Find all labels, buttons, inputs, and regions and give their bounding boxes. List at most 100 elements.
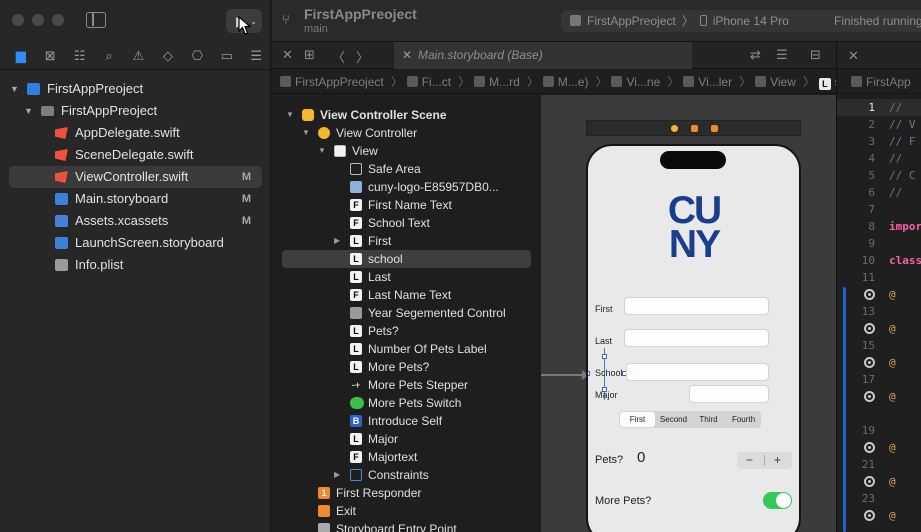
- disclosure-open-icon[interactable]: ▼: [10, 78, 19, 100]
- first-responder-icon[interactable]: [691, 125, 698, 132]
- test-icon[interactable]: ◇: [153, 48, 182, 64]
- file-tree-item[interactable]: ViewController.swift M: [9, 166, 262, 188]
- year-segmented-control[interactable]: First Second Third Fourth: [619, 411, 761, 428]
- jump-bar-item[interactable]: Vi...ne: [626, 75, 660, 89]
- run-destination[interactable]: iPhone 14 Pro: [713, 14, 789, 28]
- outlet-connection-icon[interactable]: [864, 289, 875, 300]
- scheme-name[interactable]: FirstAppPreoject: [587, 14, 676, 28]
- disclosure-open-icon[interactable]: ▼: [318, 142, 326, 160]
- code-line[interactable]: @: [837, 439, 921, 456]
- search-icon[interactable]: ⌕: [94, 48, 123, 64]
- code-line[interactable]: @: [837, 388, 921, 405]
- zoom-window-button[interactable]: [52, 14, 64, 26]
- outline-item[interactable]: F Last Name Text: [282, 286, 531, 304]
- outlet-connection-icon[interactable]: [864, 323, 875, 334]
- close-window-button[interactable]: [12, 14, 24, 26]
- editor-options-icon[interactable]: ☰: [776, 47, 788, 63]
- code-line[interactable]: @: [837, 507, 921, 524]
- last-label[interactable]: Last: [595, 336, 612, 346]
- outlet-connection-icon[interactable]: [864, 476, 875, 487]
- jump-bar-item[interactable]: M...rd: [489, 75, 520, 89]
- disclosure-closed-icon[interactable]: ▶: [334, 466, 340, 484]
- outline-item[interactable]: L Last: [282, 268, 531, 286]
- minimize-window-button[interactable]: [32, 14, 44, 26]
- file-tree-item[interactable]: Info.plist: [0, 254, 271, 276]
- outline-item[interactable]: B Introduce Self: [282, 412, 531, 430]
- outline-item[interactable]: L More Pets?: [282, 358, 531, 376]
- pets-label[interactable]: Pets?: [595, 454, 623, 466]
- segment-second[interactable]: Second: [656, 412, 691, 427]
- outlet-connection-icon[interactable]: [864, 442, 875, 453]
- code-line[interactable]: 15: [837, 337, 921, 354]
- segment-third[interactable]: Third: [691, 412, 726, 427]
- code-line[interactable]: @: [837, 473, 921, 490]
- code-line[interactable]: @: [837, 286, 921, 303]
- code-line[interactable]: 17: [837, 371, 921, 388]
- outline-item[interactable]: Safe Area: [282, 160, 531, 178]
- outline-item[interactable]: F School Text: [282, 214, 531, 232]
- code-line[interactable]: 10 class: [837, 252, 921, 269]
- split-editor-icon[interactable]: ⊟: [810, 47, 821, 63]
- grid-icon[interactable]: ⊞: [304, 47, 315, 63]
- view-controller-icon[interactable]: [671, 125, 678, 132]
- outline-item[interactable]: F First Name Text: [282, 196, 531, 214]
- code-line[interactable]: 4 //: [837, 150, 921, 167]
- close-tab-icon[interactable]: ✕: [402, 42, 412, 69]
- segment-first[interactable]: First: [620, 412, 655, 427]
- decrement-button[interactable]: −: [746, 452, 753, 468]
- disclosure-closed-icon[interactable]: ▶: [334, 232, 340, 250]
- code-line[interactable]: 6 //: [837, 184, 921, 201]
- sidebar-toggle-icon[interactable]: [86, 12, 106, 28]
- tab-main-storyboard[interactable]: ✕ Main.storyboard (Base): [394, 42, 692, 69]
- outlet-connection-icon[interactable]: [864, 510, 875, 521]
- outline-item[interactable]: Exit: [282, 502, 531, 520]
- symbol-navigator-icon[interactable]: ☷: [65, 48, 94, 64]
- close-icon[interactable]: ✕: [282, 47, 293, 63]
- scheme-selector[interactable]: FirstAppPreoject 〉 iPhone 14 Pro Finished …: [561, 10, 921, 32]
- last-name-field[interactable]: [624, 329, 769, 347]
- jump-bar-item[interactable]: M...e): [558, 75, 589, 89]
- outlet-connection-icon[interactable]: [864, 391, 875, 402]
- school-field[interactable]: [626, 363, 769, 381]
- warning-icon[interactable]: ⚠: [124, 48, 153, 64]
- code-line[interactable]: 1 //: [837, 99, 921, 116]
- code-line[interactable]: [837, 405, 921, 422]
- code-line[interactable]: 11: [837, 269, 921, 286]
- breakpoint-icon[interactable]: ▭: [212, 48, 241, 64]
- major-label[interactable]: Major: [595, 390, 618, 400]
- forward-arrow-icon[interactable]: 〉: [356, 47, 369, 66]
- more-pets-stepper[interactable]: − +: [737, 452, 792, 469]
- outline-item[interactable]: -+ More Pets Stepper: [282, 376, 531, 394]
- exit-icon[interactable]: [711, 125, 718, 132]
- outline-item[interactable]: More Pets Switch: [282, 394, 531, 412]
- outline-item[interactable]: ▶ Constraints: [282, 466, 531, 484]
- major-field[interactable]: [689, 385, 769, 403]
- code-line[interactable]: 7: [837, 201, 921, 218]
- more-pets-label[interactable]: More Pets?: [595, 495, 651, 507]
- resize-handle[interactable]: [588, 371, 590, 376]
- outline-item[interactable]: ▼ View: [282, 142, 531, 160]
- file-tree-item[interactable]: SceneDelegate.swift: [0, 144, 271, 166]
- number-of-pets-label[interactable]: 0: [637, 449, 645, 466]
- outline-item[interactable]: L Major: [282, 430, 531, 448]
- jump-bar-item[interactable]: View: [770, 75, 796, 89]
- file-tree-item[interactable]: Main.storyboard M: [0, 188, 271, 210]
- source-control-icon[interactable]: ⊠: [35, 48, 64, 64]
- outline-item[interactable]: L Number Of Pets Label: [282, 340, 531, 358]
- code-line[interactable]: 3 // F: [837, 133, 921, 150]
- file-tree-item[interactable]: Assets.xcassets M: [0, 210, 271, 232]
- jump-bar-item[interactable]: Fi...ct: [422, 75, 451, 89]
- outline-item[interactable]: ▼ View Controller: [282, 124, 531, 142]
- report-icon[interactable]: ☰: [242, 48, 271, 64]
- outline-item[interactable]: 1 First Responder: [282, 484, 531, 502]
- code-line[interactable]: @: [837, 320, 921, 337]
- folder-icon[interactable]: ▆: [6, 48, 35, 64]
- code-line[interactable]: 5 // C: [837, 167, 921, 184]
- code-line[interactable]: @: [837, 354, 921, 371]
- code-line[interactable]: 21: [837, 456, 921, 473]
- file-tree-item[interactable]: ▼ FirstAppPreoject: [0, 78, 271, 100]
- back-arrow-icon[interactable]: 〈: [332, 47, 345, 66]
- code-line[interactable]: 19: [837, 422, 921, 439]
- resize-handle[interactable]: [602, 354, 607, 359]
- school-label[interactable]: School: [595, 368, 623, 378]
